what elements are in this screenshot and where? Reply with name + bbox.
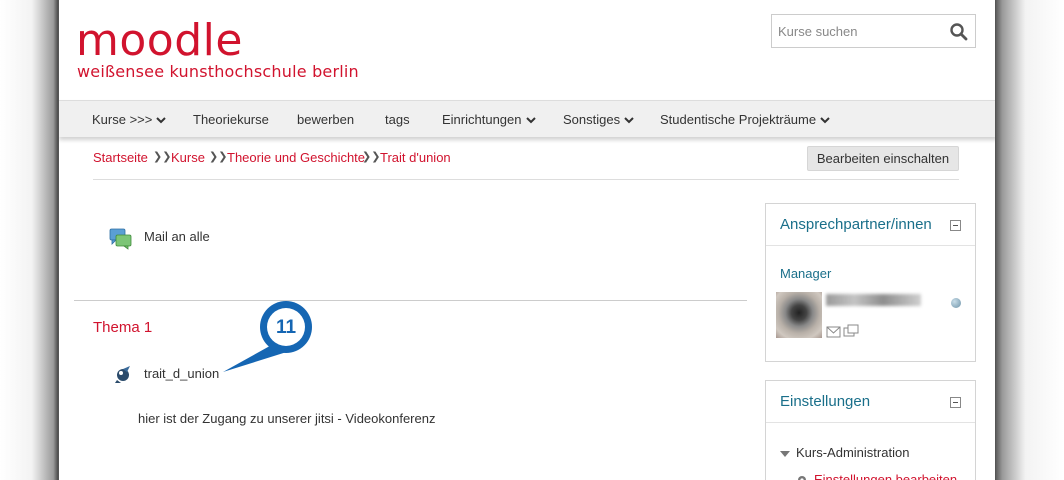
nav-item-label: Studentische Projekträume — [660, 112, 817, 127]
block-header: Einstellungen — [766, 381, 975, 423]
bigbluebutton-icon — [113, 364, 133, 384]
search-input[interactable] — [772, 15, 937, 47]
breadcrumb-separator-icon: ❯❯ — [362, 151, 381, 163]
breadcrumb-separator-icon: ❯❯ — [153, 151, 172, 163]
nav-item-einrichtungen[interactable]: Einrichtungen — [442, 101, 536, 138]
moodle-logo[interactable]: moodle — [76, 16, 243, 66]
edit-mode-button[interactable]: Bearbeiten einschalten — [807, 146, 959, 171]
edit-settings-link[interactable]: Einstellungen bearbeiten — [814, 472, 957, 480]
window-shadow-left — [0, 0, 58, 480]
breadcrumb-link[interactable]: Kurse — [171, 150, 205, 165]
block-title: Ansprechpartner/innen — [780, 216, 932, 233]
collapse-icon[interactable] — [950, 220, 961, 231]
nav-item-projektraeume[interactable]: Studentische Projekträume — [660, 101, 830, 138]
tree-item-label: Kurs-Administration — [796, 445, 910, 460]
expanded-triangle-icon — [780, 450, 790, 457]
search-icon[interactable] — [949, 22, 969, 42]
block-title: Einstellungen — [780, 393, 871, 410]
nav-item-label: Kurse >>> — [92, 112, 153, 127]
forum-icon — [109, 226, 133, 250]
breadcrumb-link[interactable]: Trait d'union — [380, 150, 451, 165]
activity-description: hier ist der Zugang zu unserer jitsi - V… — [138, 411, 436, 426]
section-title: Thema 1 — [93, 319, 153, 336]
chevron-down-icon — [624, 101, 634, 138]
gear-icon — [796, 473, 808, 480]
breadcrumb-separator-icon: ❯❯ — [209, 151, 228, 163]
contacts-block: Ansprechpartner/innen Manager — [765, 203, 976, 362]
nav-item-label: Theoriekurse — [193, 112, 269, 127]
activity-link[interactable]: trait_d_union — [144, 366, 219, 381]
collapse-icon[interactable] — [950, 397, 961, 408]
nav-item-label: bewerben — [297, 112, 355, 127]
nav-item-theoriekurse[interactable]: Theoriekurse — [193, 101, 269, 138]
user-name-blurred[interactable] — [826, 294, 921, 306]
chevron-down-icon — [525, 101, 536, 138]
block-header: Ansprechpartner/innen — [766, 204, 975, 246]
callout-number: 11 — [275, 317, 297, 338]
nav-item-sonstiges[interactable]: Sonstiges — [563, 101, 634, 138]
forum-activity-link[interactable]: Mail an alle — [144, 229, 210, 244]
message-icon[interactable] — [843, 324, 859, 344]
course-search — [771, 14, 976, 48]
window-shadow-right — [994, 0, 1064, 480]
divider — [93, 179, 959, 180]
section-divider — [74, 300, 747, 301]
tree-item-course-admin[interactable]: Kurs-Administration — [780, 445, 909, 460]
chevron-down-icon — [820, 101, 830, 138]
annotation-callout: 11 — [219, 300, 317, 376]
nav-item-label: tags — [385, 112, 410, 127]
main-navigation: Kurse >>> Theoriekurse bewerben tags Ein… — [59, 100, 995, 138]
mail-icon[interactable] — [826, 324, 841, 344]
breadcrumb-link[interactable]: Startseite — [93, 150, 148, 165]
online-status-icon — [951, 298, 961, 308]
nav-item-bewerben[interactable]: bewerben — [297, 101, 354, 138]
nav-item-label: Einrichtungen — [442, 112, 522, 127]
nav-item-label: Sonstiges — [563, 112, 621, 127]
breadcrumb-link[interactable]: Theorie und Geschichte — [227, 150, 365, 165]
institution-name: weißensee kunsthochschule berlin — [77, 62, 359, 81]
role-label: Manager — [780, 266, 832, 281]
nav-item-kurse[interactable]: Kurse >>> — [92, 101, 167, 138]
avatar[interactable] — [776, 292, 822, 338]
moodle-page: moodle weißensee kunsthochschule berlin … — [58, 0, 996, 480]
nav-item-tags[interactable]: tags — [385, 101, 410, 138]
chevron-down-icon — [156, 101, 167, 138]
settings-block: Einstellungen Kurs-Administration Einste… — [765, 380, 976, 480]
